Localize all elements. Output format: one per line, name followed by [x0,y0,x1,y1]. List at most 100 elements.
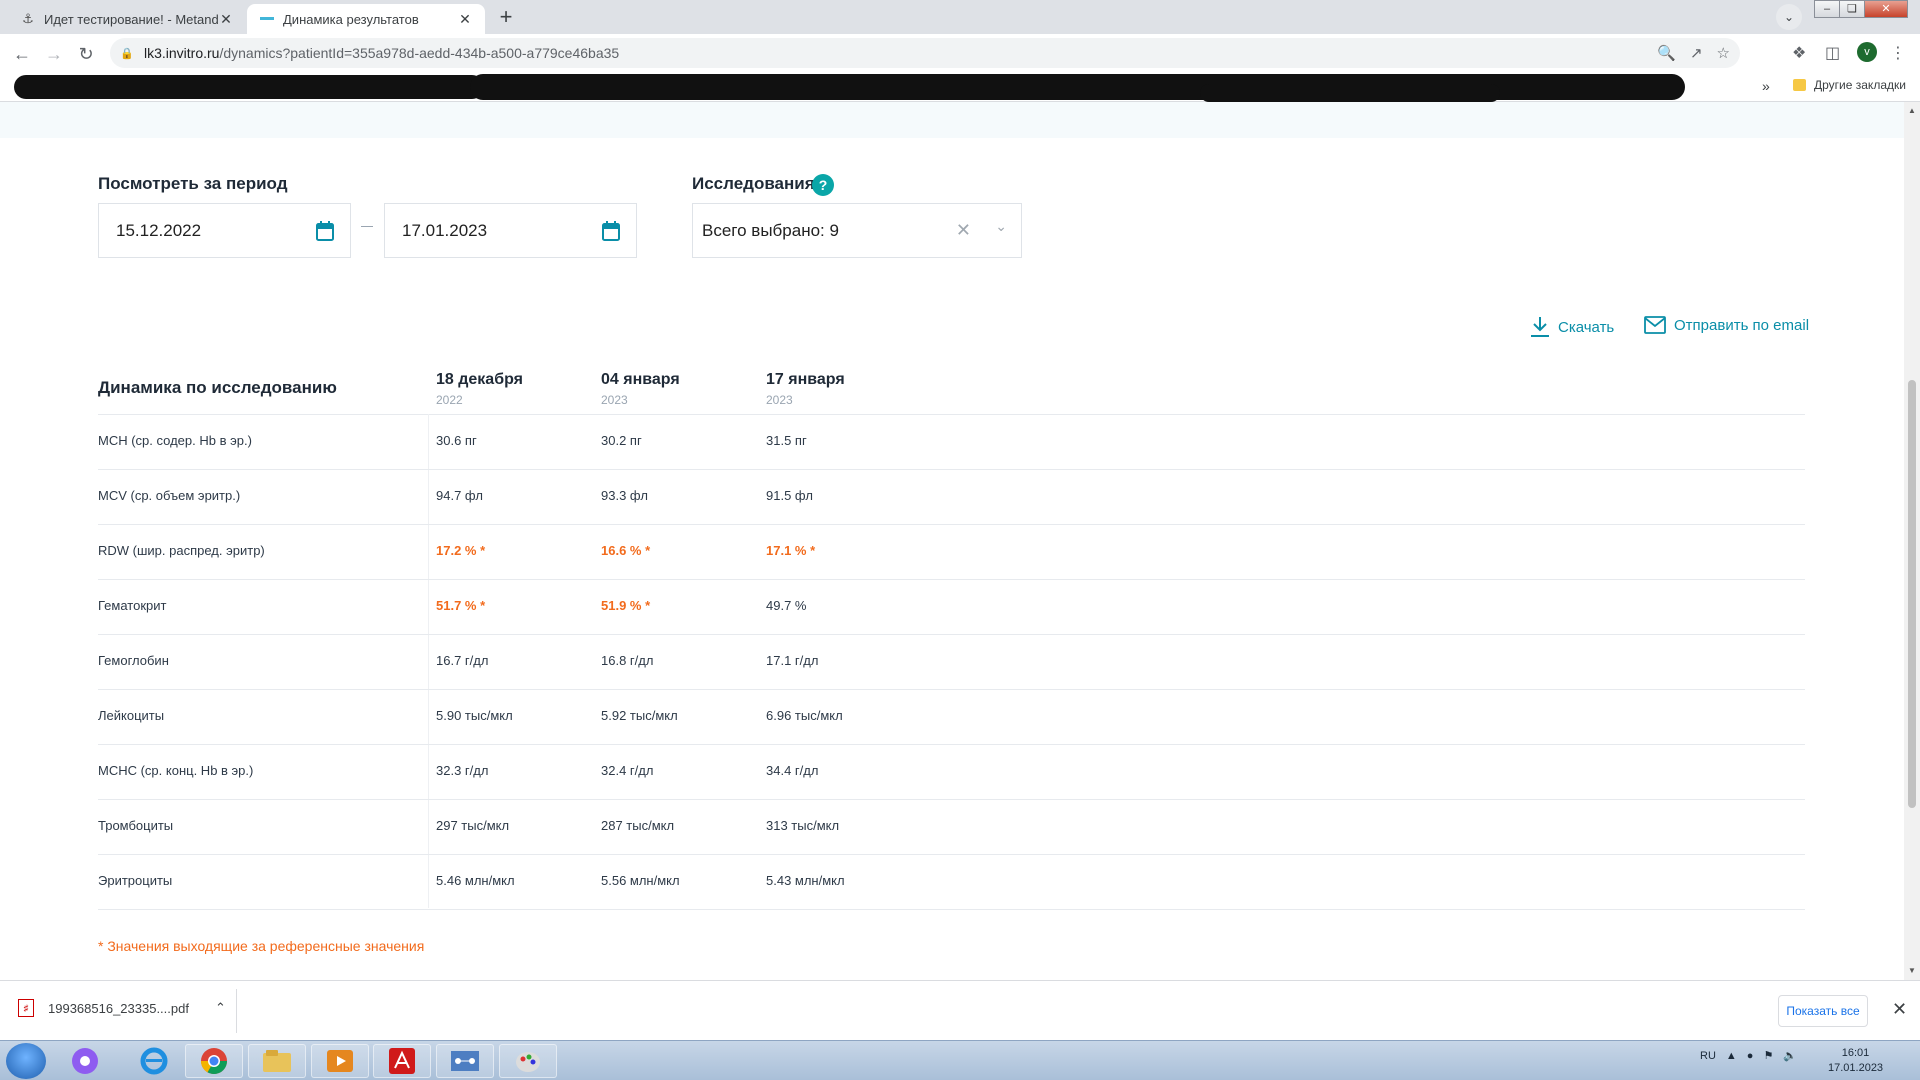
tab-close-icon[interactable]: ✕ [218,11,234,28]
start-button[interactable] [6,1043,46,1079]
scroll-down-arrow-icon[interactable]: ▼ [1908,966,1916,975]
side-panel-icon[interactable]: ◫ [1825,43,1840,63]
row-study-name: MCHC (ср. конц. Hb в эр.) [98,763,254,778]
period-label: Посмотреть за период [98,174,288,193]
clear-selection-icon[interactable]: ✕ [956,220,971,241]
restore-icon[interactable]: ❏ [1839,0,1865,18]
tab-title: Идет тестирование! - Metandien [44,11,218,27]
date-range-separator [361,226,373,227]
profile-avatar[interactable]: v [1857,42,1877,62]
download-item[interactable]: ♯ 199368516_23335....pdf ⌃ [18,999,226,1017]
media-player-icon[interactable] [311,1044,369,1078]
clock[interactable]: 16:01 17.01.2023 [1828,1046,1883,1076]
lock-icon[interactable]: 🔒 [120,47,136,60]
date-from-input[interactable]: 15.12.2022 [98,203,351,258]
column-year: 2023 [766,393,793,407]
date-to-input[interactable]: 17.01.2023 [384,203,637,258]
column-date: 18 декабря [436,371,523,388]
result-value: 32.3 г/дл [436,763,489,778]
calendar-icon[interactable] [602,221,620,241]
clock-date: 17.01.2023 [1828,1062,1884,1074]
window-close-icon[interactable]: ✕ [1864,0,1908,18]
result-value-abnormal: 51.9 % * [601,598,651,613]
window-controls: – ❏ ✕ [1814,0,1908,18]
tab-search-chevron-icon[interactable]: ⌄ [1776,4,1802,30]
row-study-name: Лейкоциты [98,708,165,723]
bookmarks-bar: » Другие закладки [0,72,1920,102]
acrobat-icon[interactable] [373,1044,431,1078]
reload-icon[interactable]: ↻ [72,40,100,68]
result-value: 94.7 фл [436,488,483,503]
bookmark-star-icon[interactable]: ☆ [1717,44,1730,62]
column-header: 04 января 2023 [601,371,680,407]
row-divider [98,744,1805,745]
result-value: 31.5 пг [766,433,807,448]
internet-explorer-icon[interactable] [125,1044,183,1078]
date-to-value: 17.01.2023 [402,220,488,240]
network-icon[interactable]: ● [1747,1050,1754,1062]
redaction-mark [14,75,484,99]
result-value: 93.3 фл [601,488,648,503]
row-divider [98,469,1805,470]
menu-kebab-icon[interactable]: ⋮ [1890,43,1906,63]
new-tab-button[interactable]: + [493,5,519,31]
scrollbar-thumb[interactable] [1908,380,1916,808]
url-host: lk3.invitro.ru [144,45,220,61]
table-title: Динамика по исследованию [98,378,337,397]
downloads-bar: ♯ 199368516_23335....pdf ⌃ Показать все … [0,980,1920,1040]
result-value-abnormal: 17.1 % * [766,543,816,558]
close-downloads-icon[interactable]: ✕ [1892,999,1907,1020]
network-app-icon[interactable] [436,1044,494,1078]
scroll-up-arrow-icon[interactable]: ▲ [1908,106,1916,115]
address-bar[interactable]: 🔒 lk3.invitro.ru/dynamics?patientId=355a… [110,38,1740,68]
chevron-up-icon[interactable]: ⌃ [215,1000,226,1016]
tab-metandien[interactable]: ⚓ Идет тестирование! - Metandien ✕ [8,4,246,34]
envelope-icon [1644,316,1666,334]
row-divider [98,799,1805,800]
studies-select[interactable]: Всего выбрано: 9 ✕ ⌄ [692,203,1022,258]
extensions-puzzle-icon[interactable]: ❖ [1792,43,1806,63]
row-divider [98,689,1805,690]
clock-time: 16:01 [1841,1047,1870,1059]
row-divider [98,579,1805,580]
row-study-name: MCV (ср. объем эритр.) [98,488,241,503]
table-divider [98,414,1805,415]
row-study-name: Гемоглобин [98,653,169,668]
dash-favicon-icon [259,11,275,27]
alice-assistant-icon[interactable] [56,1044,114,1078]
help-question-icon[interactable]: ? [812,174,834,196]
flag-icon[interactable]: ⚑ [1763,1049,1773,1062]
result-value-abnormal: 16.6 % * [601,543,651,558]
tab-close-icon[interactable]: ✕ [457,11,473,28]
chrome-taskbar-icon[interactable] [185,1044,243,1078]
browser-toolbar: ← → ↻ 🔒 lk3.invitro.ru/dynamics?patientI… [0,34,1920,72]
send-email-button[interactable]: Отправить по email [1644,316,1809,334]
zoom-icon[interactable]: 🔍 [1657,44,1676,62]
download-button[interactable]: Скачать [1530,316,1614,338]
minimize-icon[interactable]: – [1814,0,1840,18]
ship-favicon-icon: ⚓ [22,11,34,26]
paint-icon[interactable] [499,1044,557,1078]
column-date: 04 января [601,371,680,388]
volume-icon[interactable]: 🔈 [1783,1049,1797,1062]
chevron-down-icon[interactable]: ⌄ [995,218,1007,235]
page-scrollbar[interactable]: ▲ ▼ [1904,102,1920,980]
calendar-icon[interactable] [316,221,334,241]
share-icon[interactable]: ↗ [1690,44,1703,62]
other-bookmarks[interactable]: Другие закладки [1793,78,1906,92]
pdf-file-icon: ♯ [18,999,34,1017]
file-explorer-icon[interactable] [248,1044,306,1078]
row-divider [98,854,1805,855]
language-indicator[interactable]: RU [1700,1050,1716,1062]
result-value: 17.1 г/дл [766,653,819,668]
back-arrow-icon[interactable]: ← [8,40,36,68]
tray-expand-icon[interactable]: ▲ [1726,1050,1737,1062]
show-all-button[interactable]: Показать все [1778,995,1868,1027]
result-value: 5.56 млн/мкл [601,873,680,888]
result-value-abnormal: 17.2 % * [436,543,486,558]
result-value: 5.46 млн/мкл [436,873,515,888]
bookmarks-overflow-icon[interactable]: » [1762,78,1770,94]
forward-arrow-icon[interactable]: → [40,40,68,68]
result-value-abnormal: 51.7 % * [436,598,486,613]
tab-dynamics[interactable]: Динамика результатов ✕ [247,4,485,34]
